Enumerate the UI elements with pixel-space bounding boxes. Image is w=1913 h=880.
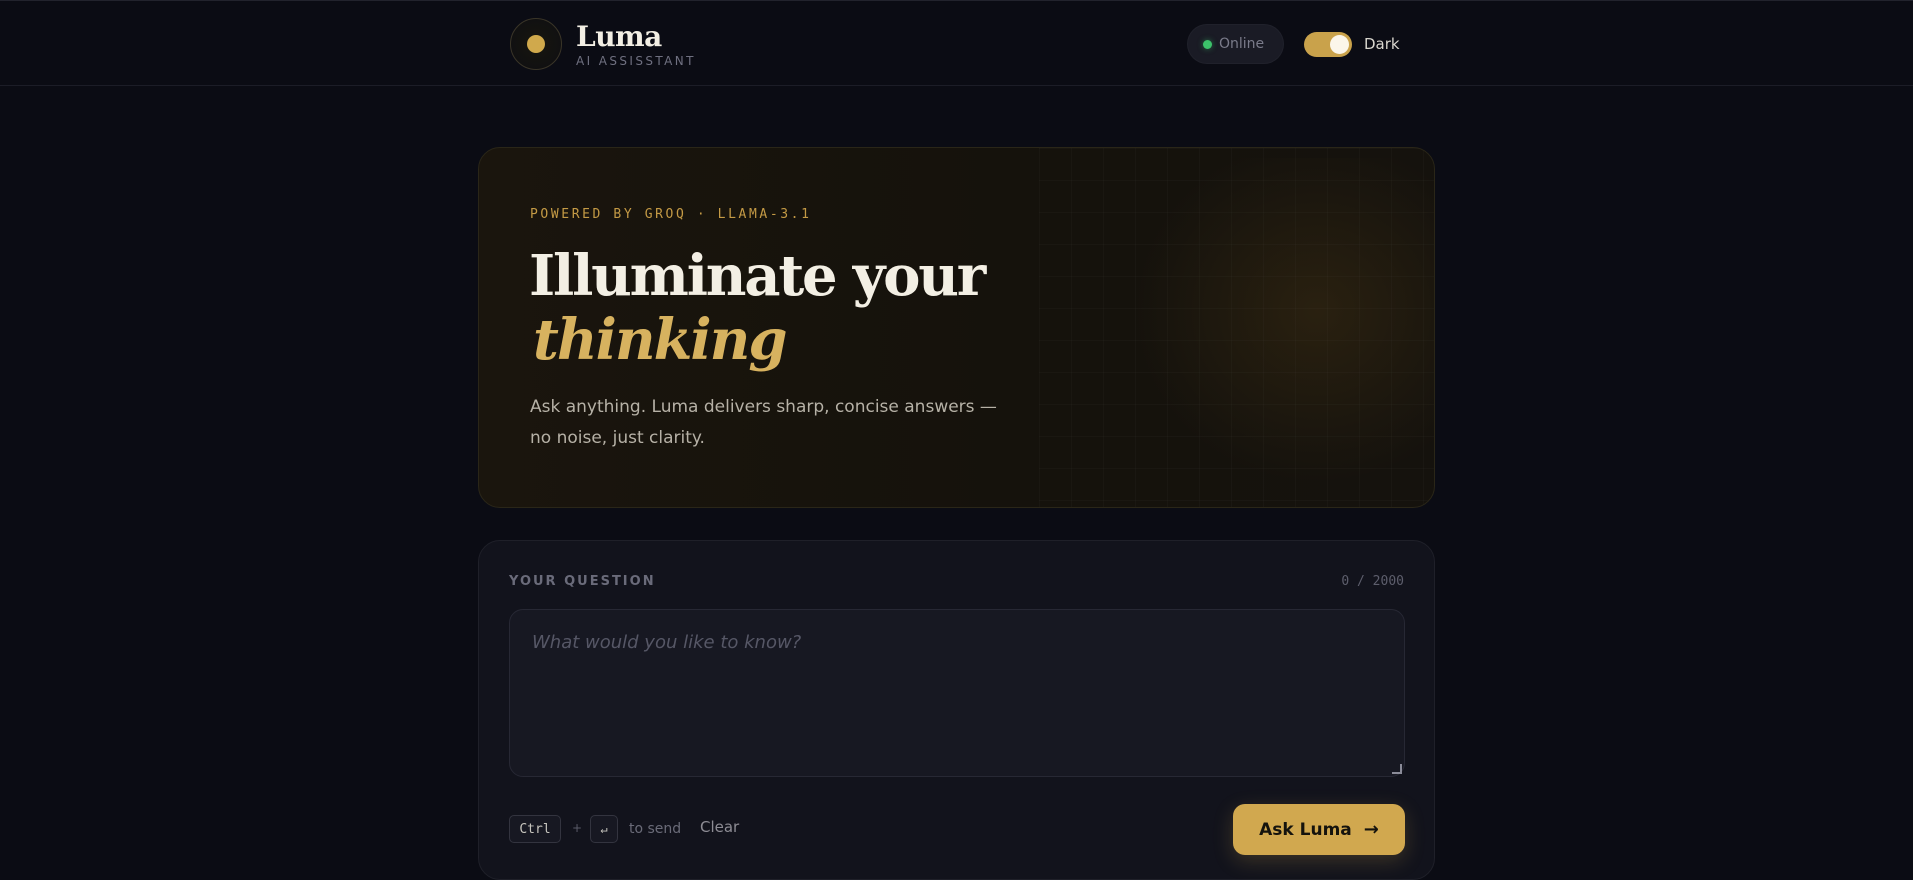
logo-orb-icon: [510, 18, 562, 70]
shortcut-key-ctrl: Ctrl: [509, 815, 561, 843]
question-input[interactable]: [509, 609, 1405, 777]
hero-headline-accent: thinking: [533, 307, 788, 373]
hero-headline: Illuminate your: [529, 243, 986, 309]
question-card: YOUR QUESTION 0 / 2000 Ctrl + ↵ to send …: [478, 540, 1435, 880]
resize-handle-icon[interactable]: [1392, 764, 1402, 774]
ask-luma-label: Ask Luma: [1259, 819, 1352, 840]
hero-eyebrow: POWERED BY GROQ · LLAMA-3.1: [530, 207, 812, 222]
brand[interactable]: Luma AI ASSISSTANT: [510, 18, 696, 70]
logo-dot: [527, 35, 545, 53]
character-counter: 0 / 2000: [1341, 574, 1404, 589]
hero-description: Ask anything. Luma delivers sharp, conci…: [530, 397, 997, 448]
theme-toggle[interactable]: [1304, 32, 1352, 57]
hero-grid-pattern: [1039, 148, 1434, 507]
shortcut-plus: +: [572, 821, 583, 835]
top-bar: Luma AI ASSISSTANT Online Dark: [0, 0, 1913, 86]
status-badge: Online: [1187, 24, 1284, 64]
ask-luma-button[interactable]: Ask Luma →: [1233, 804, 1405, 855]
toggle-knob: [1330, 35, 1349, 54]
status-label: Online: [1219, 36, 1265, 52]
enter-key-icon: ↵: [590, 815, 618, 843]
hero-card: POWERED BY GROQ · LLAMA-3.1 Illuminate y…: [478, 147, 1435, 508]
clear-button[interactable]: Clear: [700, 818, 739, 836]
status-dot-icon: [1203, 39, 1212, 49]
brand-text: Luma AI ASSISSTANT: [576, 19, 696, 68]
question-label: YOUR QUESTION: [509, 574, 656, 589]
theme-toggle-label: Dark: [1364, 35, 1400, 53]
brand-subtitle: AI ASSISSTANT: [576, 53, 696, 68]
arrow-right-icon: →: [1363, 819, 1379, 840]
send-hint: to send: [629, 821, 682, 837]
brand-name: Luma: [576, 19, 662, 53]
